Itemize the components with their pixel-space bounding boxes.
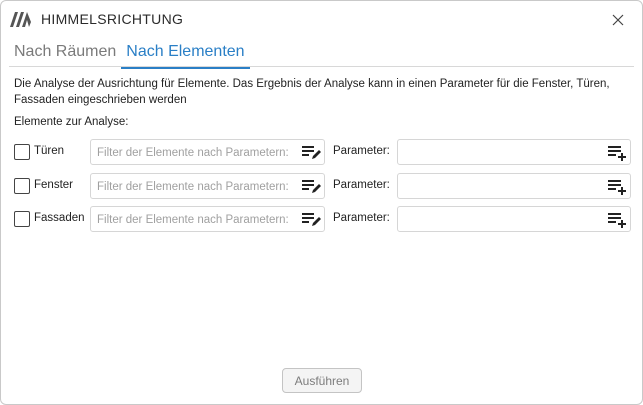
fenster-filter-field[interactable] bbox=[90, 173, 325, 199]
element-row-tueren: Türen Parameter: bbox=[1, 139, 642, 165]
tueren-filter-input[interactable] bbox=[97, 144, 297, 161]
fenster-param-input[interactable] bbox=[404, 178, 600, 195]
brand-logo-icon bbox=[10, 12, 31, 27]
fenster-label: Fenster bbox=[34, 179, 73, 191]
tab-nach-elementen[interactable]: Nach Elementen bbox=[121, 41, 250, 69]
edit-list-icon[interactable] bbox=[302, 212, 322, 227]
fassaden-param-input[interactable] bbox=[404, 211, 600, 228]
tueren-label: Türen bbox=[34, 145, 65, 157]
window-title: HIMMELSRICHTUNG bbox=[41, 11, 184, 27]
edit-list-icon[interactable] bbox=[302, 179, 322, 194]
title-bar[interactable]: HIMMELSRICHTUNG bbox=[1, 1, 642, 37]
tueren-param-input[interactable] bbox=[404, 144, 600, 161]
tab-nach-raeumen[interactable]: Nach Räumen bbox=[9, 41, 121, 67]
tueren-filter-field[interactable] bbox=[90, 139, 325, 165]
element-row-fenster: Fenster Parameter: bbox=[1, 173, 642, 199]
dialog-window: HIMMELSRICHTUNG Nach Räumen Nach Element… bbox=[0, 0, 643, 405]
element-row-fassaden: Fassaden Parameter: bbox=[1, 206, 642, 232]
tueren-param-label: Parameter: bbox=[333, 145, 390, 157]
fenster-param-label: Parameter: bbox=[333, 179, 390, 191]
add-to-list-icon[interactable] bbox=[608, 145, 628, 161]
close-button[interactable] bbox=[607, 9, 629, 31]
fassaden-param-label: Parameter: bbox=[333, 212, 390, 224]
run-button[interactable]: Ausführen bbox=[282, 368, 362, 393]
tab-divider bbox=[9, 66, 634, 67]
fassaden-filter-input[interactable] bbox=[97, 211, 297, 228]
fassaden-param-field[interactable] bbox=[397, 206, 631, 232]
tab-bar: Nach Räumen Nach Elementen bbox=[9, 41, 250, 69]
tueren-checkbox[interactable] bbox=[14, 144, 30, 160]
fassaden-filter-field[interactable] bbox=[90, 206, 325, 232]
add-to-list-icon[interactable] bbox=[608, 179, 628, 195]
add-to-list-icon[interactable] bbox=[608, 212, 628, 228]
edit-list-icon[interactable] bbox=[302, 145, 322, 160]
fassaden-checkbox[interactable] bbox=[14, 211, 30, 227]
fassaden-label: Fassaden bbox=[34, 212, 85, 224]
tueren-param-field[interactable] bbox=[397, 139, 631, 165]
fenster-filter-input[interactable] bbox=[97, 178, 297, 195]
fenster-checkbox[interactable] bbox=[14, 178, 30, 194]
fenster-param-field[interactable] bbox=[397, 173, 631, 199]
section-label: Elemente zur Analyse: bbox=[14, 116, 129, 128]
close-icon bbox=[612, 14, 624, 26]
description-text: Die Analyse der Ausrichtung für Elemente… bbox=[14, 78, 610, 106]
